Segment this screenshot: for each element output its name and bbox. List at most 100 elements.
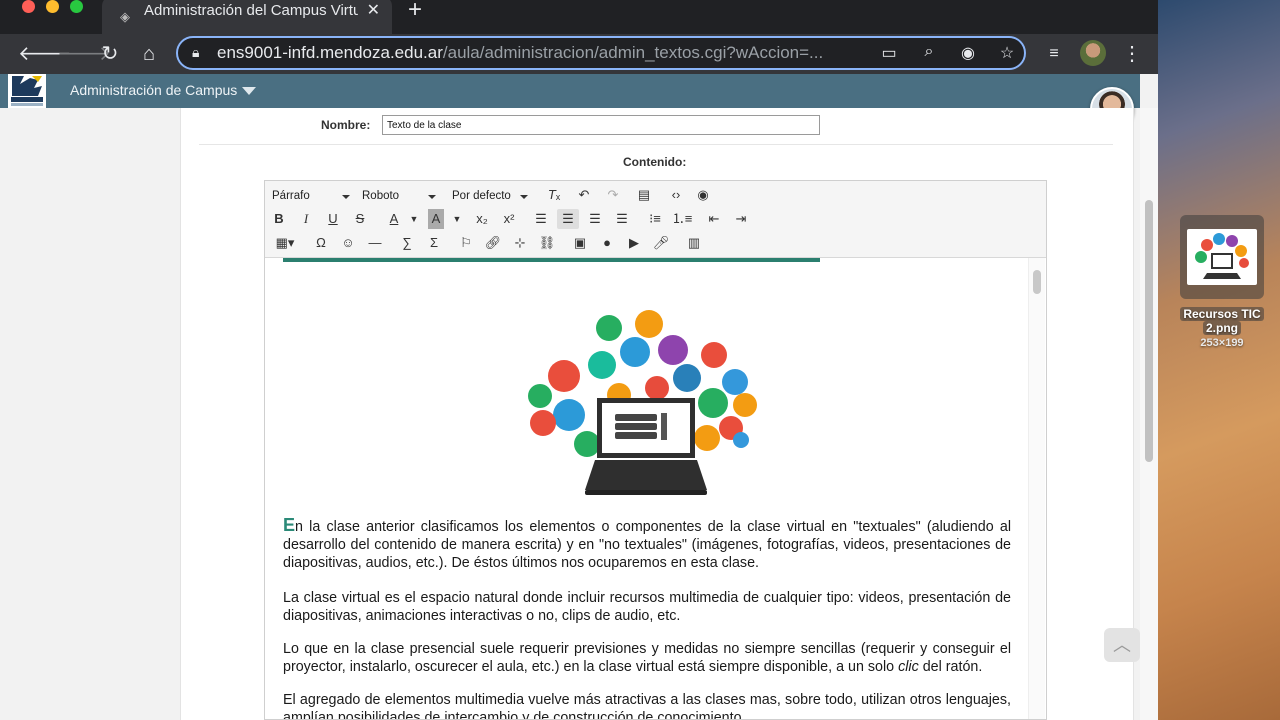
campus-admin-menu[interactable]: Administración de Campus: [70, 82, 237, 98]
drop-cap: E: [283, 515, 296, 535]
tab-bar: ◈ Administración del Campus Virtual ✕ +: [0, 0, 1158, 34]
text-color-dropdown-icon[interactable]: ▼: [403, 209, 425, 229]
browser-tab-active[interactable]: ◈ Administración del Campus Virtual ✕: [102, 0, 392, 34]
dropdown-arrow-icon: [342, 195, 350, 199]
microphone-icon[interactable]: 🎤︎: [650, 233, 672, 253]
dropdown-arrow-icon: [428, 195, 436, 199]
browser-toolbar: 🡐 🡒 ↻ ⌂ 🔒︎ ens9001-infd.mendoza.edu.ar/a…: [0, 34, 1158, 74]
file-name: Recursos TIC 2.png: [1176, 307, 1268, 335]
menu-dots-icon[interactable]: ⋮: [1118, 40, 1146, 68]
lock-icon: 🔒︎: [192, 44, 200, 60]
special-char-icon[interactable]: Ω: [310, 233, 332, 253]
zoom-icon[interactable]: ⌕: [918, 43, 940, 61]
highlight-dropdown-icon[interactable]: ▼: [446, 209, 468, 229]
formula-icon[interactable]: ∑: [396, 233, 418, 253]
size-select[interactable]: Por defecto: [452, 190, 528, 202]
reload-button[interactable]: ↻: [96, 40, 124, 68]
page-scrollbar[interactable]: [1140, 108, 1158, 720]
underline-icon[interactable]: U: [322, 209, 344, 229]
horizontal-rule-icon[interactable]: —: [364, 233, 386, 253]
align-right-icon[interactable]: ☰: [584, 209, 606, 229]
text-color-icon[interactable]: A: [383, 209, 405, 229]
close-window-button[interactable]: [22, 0, 35, 13]
sum-icon[interactable]: Σ: [423, 233, 445, 253]
contenido-label: Contenido:: [623, 155, 687, 169]
align-left-icon[interactable]: ☰: [530, 209, 552, 229]
template-icon[interactable]: ▥: [683, 233, 705, 253]
highlight-color-icon[interactable]: A: [428, 209, 444, 229]
paste-word-icon[interactable]: ▤: [633, 185, 655, 205]
outdent-icon[interactable]: ⇤: [703, 209, 725, 229]
youtube-icon[interactable]: ●: [596, 233, 618, 253]
bookmark-star-icon[interactable]: ☆: [996, 43, 1018, 63]
tab-title: Administración del Campus Virtual: [144, 2, 358, 19]
bold-icon[interactable]: B: [268, 209, 290, 229]
paragraph-4: El agregado de elementos multimedia vuel…: [283, 692, 1011, 719]
back-button[interactable]: 🡐: [18, 40, 72, 68]
eye-slash-icon[interactable]: ◉: [957, 43, 979, 63]
clear-format-icon[interactable]: Tₓ: [543, 185, 565, 205]
file-thumbnail[interactable]: [1180, 215, 1264, 299]
media-controls-icon[interactable]: ≡: [1040, 40, 1068, 68]
tab-close-icon[interactable]: ✕: [367, 1, 380, 21]
superscript-icon[interactable]: x²: [498, 209, 520, 229]
emoji-icon[interactable]: ☺: [337, 233, 359, 253]
video-icon[interactable]: ▶: [623, 233, 645, 253]
cast-icon[interactable]: ▭: [878, 43, 900, 63]
bullet-list-icon[interactable]: ⁝≡: [644, 209, 666, 229]
app-header: Administración de Campus: [0, 74, 1140, 108]
address-bar[interactable]: 🔒︎ ens9001-infd.mendoza.edu.ar/aula/admi…: [176, 36, 1026, 70]
numbered-list-icon[interactable]: ⒈≡: [671, 209, 693, 229]
home-button[interactable]: ⌂: [135, 40, 163, 68]
editor-content-area[interactable]: En la clase anterior clasificamos los el…: [267, 258, 1027, 719]
profile-avatar[interactable]: [1080, 40, 1106, 66]
chevron-up-icon: ︿: [1113, 635, 1131, 655]
url-text[interactable]: ens9001-infd.mendoza.edu.ar/aula/adminis…: [217, 43, 823, 63]
tic-resources-illustration: [528, 310, 757, 495]
font-select[interactable]: Roboto: [362, 190, 436, 202]
content-card: Nombre: Contenido: Párrafo Roboto Por de…: [180, 108, 1134, 720]
new-tab-button[interactable]: +: [408, 0, 422, 22]
paragraph-1: En la clase anterior clasificamos los el…: [283, 515, 1011, 571]
align-center-icon[interactable]: ☰: [557, 209, 579, 229]
anchor-bookmark-icon[interactable]: ⚐: [455, 233, 477, 253]
align-justify-icon[interactable]: ☰: [611, 209, 633, 229]
paragraph-2: La clase virtual es el espacio natural d…: [283, 590, 1011, 624]
paragraph-3: Lo que en la clase presencial suele requ…: [283, 641, 1011, 675]
desktop-background: [1158, 0, 1280, 720]
format-select[interactable]: Párrafo: [272, 190, 350, 202]
browser-window: ◈ Administración del Campus Virtual ✕ + …: [0, 0, 1158, 720]
image-icon[interactable]: ▣: [569, 233, 591, 253]
unlink-icon[interactable]: ⛓: [536, 233, 558, 253]
editor-toolbar: Párrafo Roboto Por defecto Tₓ ↶ ↷ ▤ ‹› ◉…: [265, 181, 1046, 258]
page-scrollbar-thumb[interactable]: [1145, 200, 1153, 462]
green-divider-line: [283, 258, 820, 262]
institute-logo[interactable]: [8, 74, 46, 108]
nombre-label: Nombre:: [321, 118, 371, 132]
strikethrough-icon[interactable]: S: [349, 209, 371, 229]
editor-scrollbar-thumb[interactable]: [1033, 270, 1041, 294]
redo-icon[interactable]: ↷: [602, 185, 624, 205]
subscript-icon[interactable]: x₂: [471, 209, 493, 229]
web-page: Administración de Campus Nombre: Conteni…: [0, 74, 1158, 720]
forward-button[interactable]: 🡒: [57, 40, 111, 68]
indent-icon[interactable]: ⇥: [730, 209, 752, 229]
desktop-file-recursos-tic[interactable]: Recursos TIC 2.png 253×199: [1176, 215, 1268, 349]
thumbnail-image: [1187, 229, 1257, 285]
minimize-window-button[interactable]: [46, 0, 59, 13]
rich-text-editor: Párrafo Roboto Por defecto Tₓ ↶ ↷ ▤ ‹› ◉…: [264, 180, 1047, 720]
nombre-input[interactable]: [382, 115, 820, 135]
sitemap-icon[interactable]: ⊹: [509, 233, 531, 253]
undo-icon[interactable]: ↶: [573, 185, 595, 205]
table-icon[interactable]: ▦▾: [270, 233, 300, 253]
caret-down-icon[interactable]: [242, 87, 256, 95]
divider: [199, 144, 1113, 145]
preview-eye-icon[interactable]: ◉: [692, 185, 714, 205]
scroll-to-top-button[interactable]: ︿: [1104, 628, 1140, 662]
file-dimensions: 253×199: [1200, 337, 1244, 349]
italic-icon[interactable]: I: [295, 209, 317, 229]
link-icon[interactable]: 🔗︎: [482, 233, 504, 253]
maximize-window-button[interactable]: [70, 0, 83, 13]
source-code-icon[interactable]: ‹›: [665, 185, 687, 205]
editor-scrollbar[interactable]: [1028, 258, 1045, 719]
